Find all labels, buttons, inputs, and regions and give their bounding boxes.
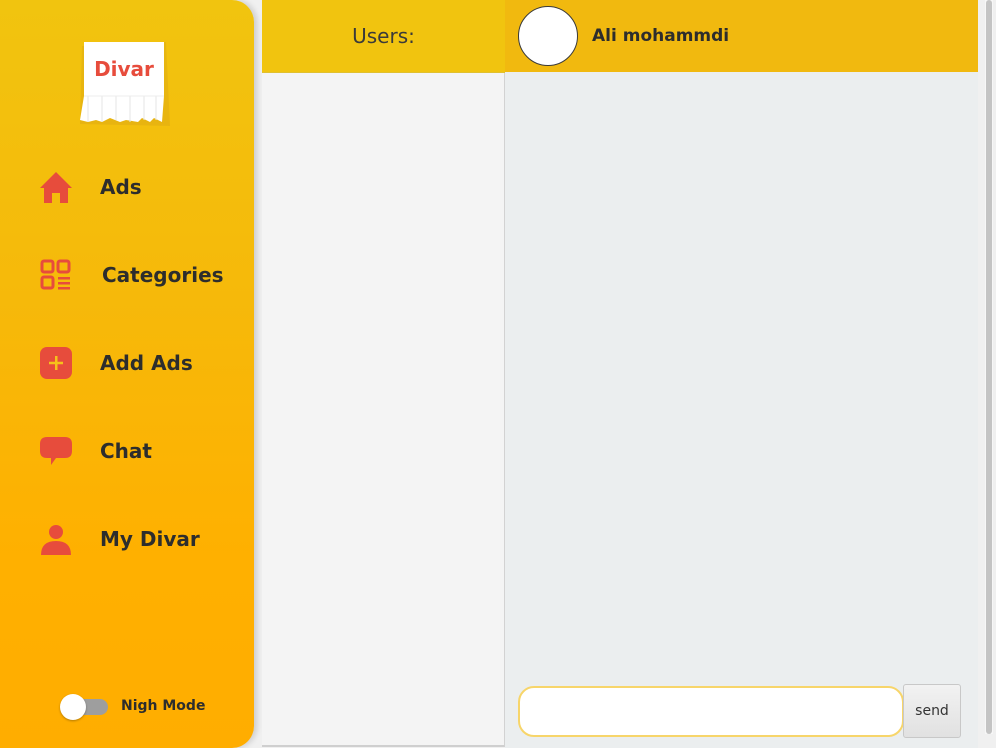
night-mode: Nigh Mode <box>60 694 206 720</box>
chat-messages-area <box>505 72 978 748</box>
sidebar-item-chat[interactable]: Chat <box>38 431 152 471</box>
categories-icon <box>38 257 74 293</box>
sidebar-item-categories[interactable]: Categories <box>38 255 224 295</box>
user-icon <box>38 521 74 557</box>
chat-header: Ali mohammdi <box>505 0 978 72</box>
night-mode-toggle[interactable] <box>60 694 108 720</box>
message-input[interactable] <box>518 686 904 737</box>
toggle-knob <box>60 694 86 720</box>
home-icon <box>38 169 74 205</box>
users-header: Users: <box>262 0 505 73</box>
add-icon <box>38 345 74 381</box>
scrollbar[interactable] <box>985 0 993 734</box>
sidebar: Divar Ads Categories Add Ads Chat My Div… <box>0 0 254 748</box>
sidebar-item-ads[interactable]: Ads <box>38 167 142 207</box>
chat-icon <box>38 433 74 469</box>
sidebar-item-add-ads[interactable]: Add Ads <box>38 343 193 383</box>
sidebar-item-label: Add Ads <box>100 351 193 375</box>
chat-contact-name: Ali mohammdi <box>592 26 730 46</box>
night-mode-label: Nigh Mode <box>121 698 206 714</box>
scrollbar-thumb[interactable] <box>986 0 992 734</box>
sidebar-item-label: Categories <box>102 263 224 287</box>
users-list[interactable] <box>262 73 505 747</box>
sidebar-item-label: My Divar <box>100 527 200 551</box>
users-title: Users: <box>352 24 415 48</box>
avatar <box>518 6 578 66</box>
svg-text:Divar: Divar <box>94 57 154 81</box>
sidebar-item-label: Chat <box>100 439 152 463</box>
sidebar-item-my-divar[interactable]: My Divar <box>38 519 200 559</box>
send-button[interactable]: send <box>903 684 961 738</box>
divar-logo: Divar <box>80 42 170 126</box>
sidebar-item-label: Ads <box>100 175 142 199</box>
